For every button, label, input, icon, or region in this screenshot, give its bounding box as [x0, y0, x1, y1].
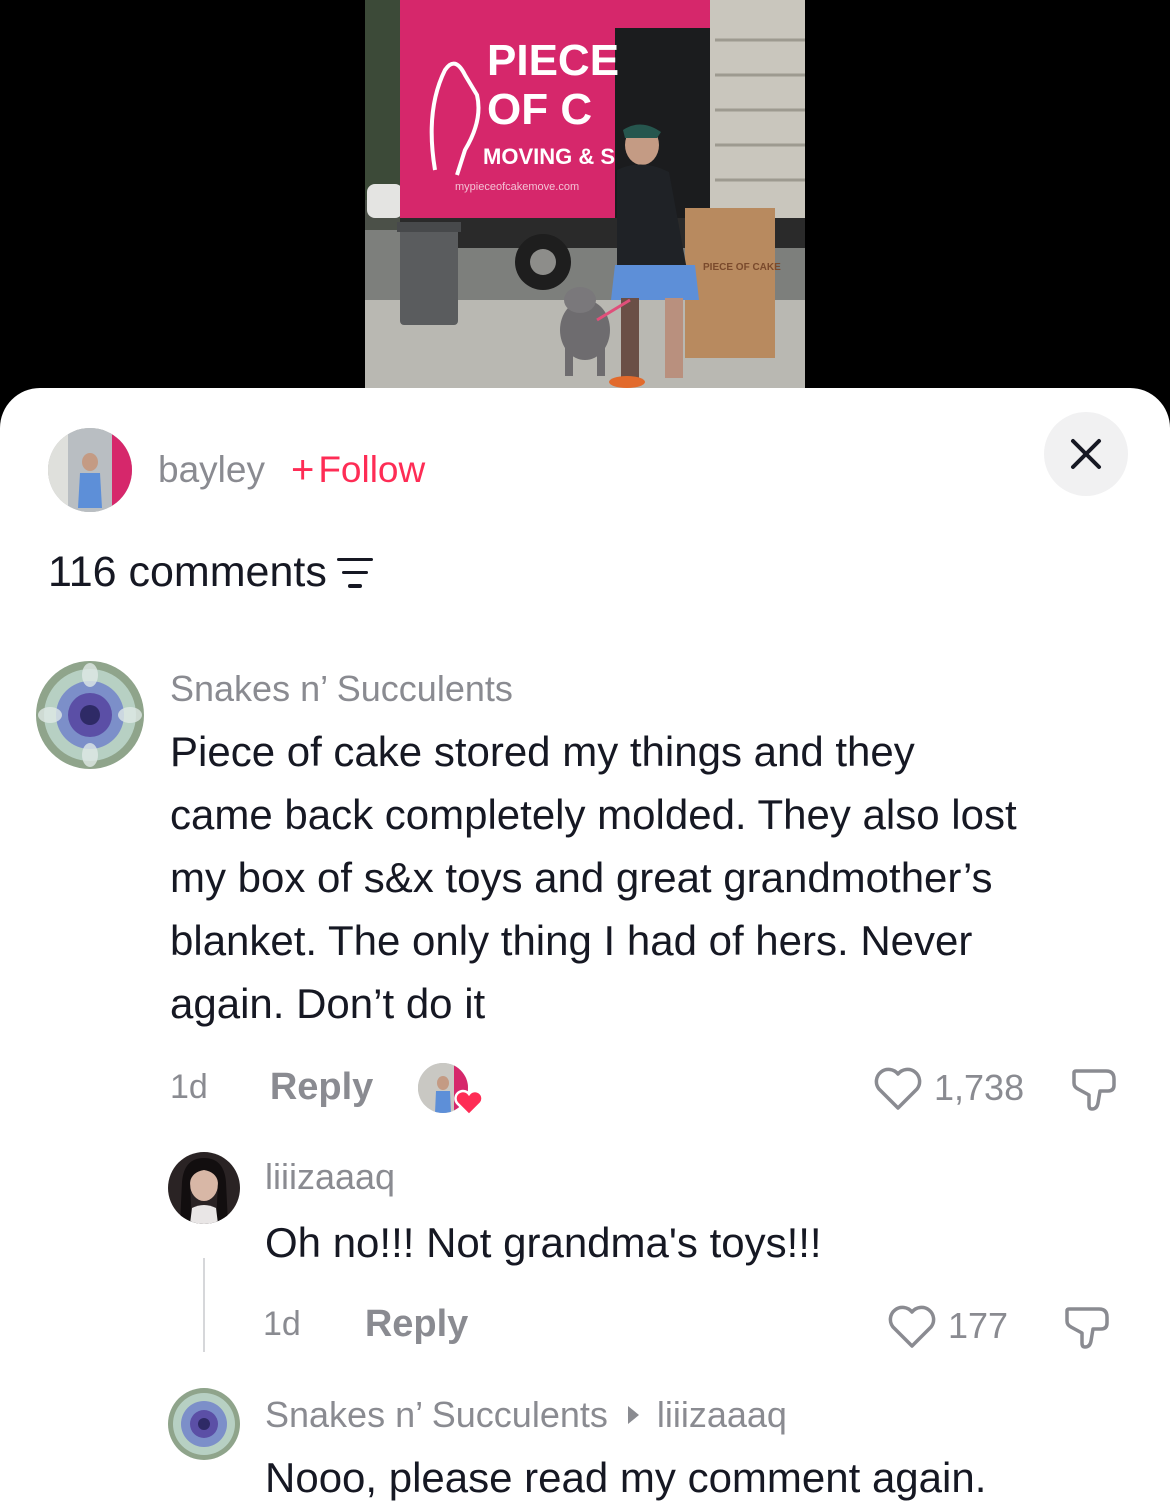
- dislike-icon: [1072, 1069, 1116, 1111]
- filter-icon[interactable]: [336, 557, 373, 588]
- comment-time: 1d: [170, 1068, 208, 1106]
- like-button[interactable]: 1,738: [872, 1064, 1024, 1112]
- svg-text:MOVING & S: MOVING & S: [483, 144, 615, 169]
- svg-text:PIECE: PIECE: [487, 36, 619, 85]
- comments-sheet: bayley + Follow 116 comments Snakes n’ S…: [0, 388, 1170, 1506]
- comment-time: 1d: [263, 1305, 301, 1343]
- follow-button[interactable]: + Follow: [291, 449, 425, 491]
- close-icon: [1071, 439, 1101, 469]
- dislike-button[interactable]: [1070, 1063, 1124, 1120]
- close-button[interactable]: [1044, 412, 1128, 496]
- comment-text: Oh no!!! Not grandma's toys!!!: [265, 1219, 822, 1266]
- svg-text:mypieceofcakemove.com: mypieceofcakemove.com: [455, 181, 579, 193]
- commenter-avatar[interactable]: [168, 1152, 240, 1224]
- creator-header: bayley + Follow: [48, 428, 425, 512]
- heart-outline-icon: [874, 1067, 922, 1110]
- heart-filled-icon: [454, 1089, 484, 1117]
- reply-arrow-icon: [627, 1406, 639, 1424]
- creator-liked-badge: [418, 1063, 484, 1117]
- comments-count: 116 comments: [48, 548, 327, 596]
- comment-author[interactable]: Snakes n’ Succulents liiizaaaq: [265, 1394, 787, 1436]
- svg-text:OF C: OF C: [487, 85, 592, 134]
- comment-meta: 1d Reply: [263, 1303, 468, 1346]
- creator-username[interactable]: bayley: [158, 449, 265, 491]
- comment-author[interactable]: Snakes n’ Succulents: [170, 668, 513, 710]
- heart-outline-icon: [888, 1305, 936, 1348]
- video-player[interactable]: PIECE OF C MOVING & S mypieceofcakemove.…: [365, 0, 805, 388]
- plus-icon: +: [290, 448, 315, 492]
- comment-meta: 1d Reply: [170, 1066, 373, 1109]
- dislike-button[interactable]: [1063, 1301, 1117, 1358]
- comment-text: Nooo, please read my comment again.: [265, 1454, 987, 1501]
- creator-avatar[interactable]: [48, 428, 132, 512]
- like-count: 177: [948, 1305, 1009, 1346]
- comments-header: 116 comments: [48, 548, 373, 597]
- reply-button[interactable]: Reply: [270, 1066, 373, 1109]
- follow-label: Follow: [318, 449, 426, 490]
- video-thumbnail: PIECE OF C MOVING & S mypieceofcakemove.…: [365, 0, 805, 388]
- svg-text:PIECE OF CAKE: PIECE OF CAKE: [703, 262, 781, 273]
- commenter-avatar[interactable]: [168, 1388, 240, 1460]
- thread-line: [203, 1258, 205, 1352]
- reply-to-user[interactable]: liiizaaaq: [657, 1394, 787, 1436]
- dislike-icon: [1065, 1307, 1109, 1349]
- like-count: 1,738: [934, 1067, 1025, 1108]
- like-button[interactable]: 177: [886, 1302, 1008, 1350]
- commenter-avatar[interactable]: [36, 661, 144, 769]
- reply-button[interactable]: Reply: [365, 1303, 468, 1346]
- video-background: PIECE OF C MOVING & S mypieceofcakemove.…: [0, 0, 1170, 400]
- comment-text: Piece of cake stored my things and they …: [170, 728, 1017, 1027]
- comment-author[interactable]: liiizaaaq: [265, 1156, 395, 1198]
